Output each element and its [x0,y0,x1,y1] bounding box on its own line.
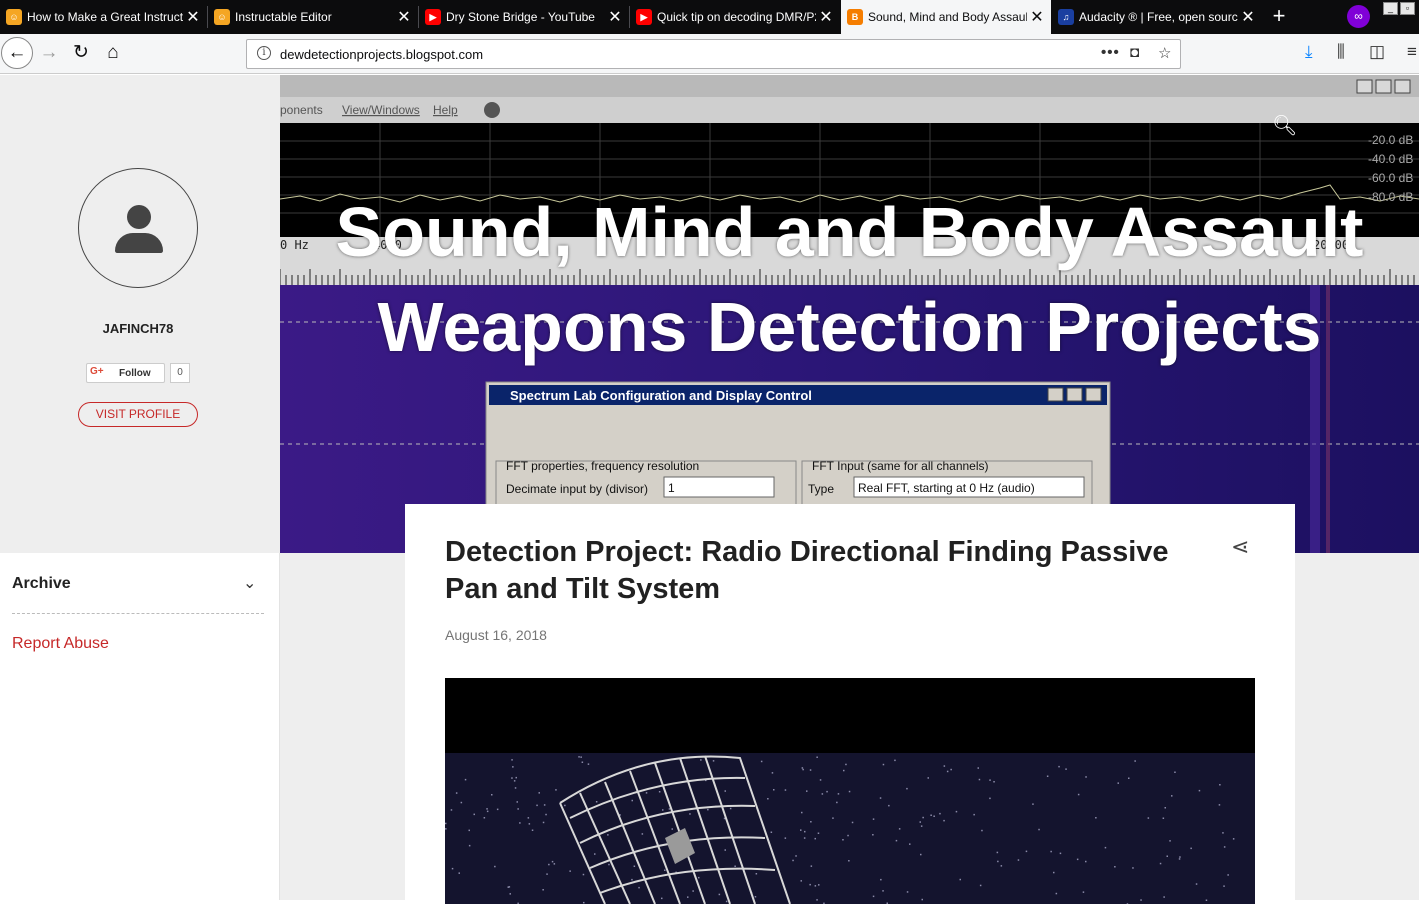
tab-blogger-active[interactable]: B Sound, Mind and Body Assault W ✕ [841,0,1051,34]
instructables-icon: ☺ [214,9,230,25]
downloads-icon[interactable]: ⤓ [1305,42,1313,62]
youtube-icon: ▶ [636,9,652,25]
post-date[interactable]: August 16, 2018 [445,627,547,643]
blogger-icon: B [847,9,863,25]
close-icon[interactable]: ✕ [816,7,836,27]
profile-panel: JAFINCH78 G+ Follow 0 VISIT PROFILE [0,75,280,553]
db-label: -40.0 dB [1368,152,1413,166]
decimate-label: Decimate input by (divisor) [506,482,648,496]
person-icon [127,205,151,229]
youtube-icon: ▶ [425,9,441,25]
follow-label: Follow [119,368,151,379]
blog-title[interactable]: Sound, Mind and Body Assault Weapons Det… [280,185,1419,375]
fft-group-label: FFT properties, frequency resolution [506,459,699,473]
menu-item-components: ponents [280,103,323,117]
visit-profile-button[interactable]: VISIT PROFILE [78,402,198,427]
sidebar-toggle-icon[interactable]: ◫ [1369,42,1385,62]
google-follow-button[interactable]: G+ Follow [86,363,165,383]
restore-window-button[interactable]: ▫ [1400,2,1415,15]
back-button[interactable]: ← [1,37,33,69]
tab-title: Instructable Editor [235,10,394,24]
close-icon[interactable]: ✕ [605,7,625,27]
tab-title: Quick tip on decoding DMR/P25 [657,10,816,24]
library-icon[interactable]: ⫼ [1337,42,1345,62]
google-plus-icon: G+ [90,366,104,377]
fft-input-group-label: FFT Input (same for all channels) [812,459,989,473]
person-icon-body [115,233,163,253]
audacity-icon: ♫ [1058,9,1074,25]
tab-title: Sound, Mind and Body Assault W [868,10,1027,24]
type-label: Type [808,482,834,496]
navigation-toolbar: ← → ↻ ⌂ i dewdetectionprojects.blogspot.… [0,34,1419,74]
db-label: -60.0 dB [1368,171,1413,185]
archive-heading[interactable]: Archive [12,575,71,593]
close-icon[interactable]: ✕ [1238,7,1258,27]
pocket-icon[interactable]: ◘ [1130,44,1139,61]
dialog-title: Spectrum Lab Configuration and Display C… [510,388,812,403]
instructables-icon: ☺ [6,9,22,25]
minimize-window-button[interactable]: _ [1383,2,1398,15]
tab-title: Dry Stone Bridge - YouTube [446,10,605,24]
close-icon[interactable]: ✕ [1027,7,1047,27]
tab-title: How to Make a Great Instructab [27,10,183,24]
forward-button[interactable]: → [34,38,64,68]
url-bar[interactable]: i dewdetectionprojects.blogspot.com ••• … [246,39,1181,69]
post-title[interactable]: Detection Project: Radio Directional Fin… [445,534,1225,608]
tab-audacity[interactable]: ♫ Audacity ® | Free, open source ✕ [1052,0,1262,34]
db-label: -20.0 dB [1368,133,1413,147]
private-browsing-icon: ∞ [1347,5,1370,28]
share-icon[interactable]: ⋖ [1231,534,1249,560]
divider [12,613,264,614]
blog-header-image: ponents View/Windows Help -20.0 dB -40.0… [280,75,1419,553]
post-image[interactable] [445,678,1255,904]
type-value: Real FFT, starting at 0 Hz (audio) [858,481,1035,495]
menu-item-view-windows: View/Windows [342,103,420,117]
report-abuse-link[interactable]: Report Abuse [12,635,109,653]
page-content: JAFINCH78 G+ Follow 0 VISIT PROFILE Arch… [0,75,1419,900]
sidebar-widgets: Archive ⌄ Report Abuse [0,553,280,900]
close-icon[interactable]: ✕ [394,7,414,27]
chevron-down-icon[interactable]: ⌄ [243,573,256,593]
search-icon[interactable]: 🔍︎ [1272,113,1297,138]
site-info-icon[interactable]: i [257,46,271,60]
new-tab-button[interactable]: + [1264,0,1294,34]
decimate-value: 1 [668,481,675,495]
tab-strip: ☺ How to Make a Great Instructab ✕ ☺ Ins… [0,0,1419,34]
tab-title: Audacity ® | Free, open source [1079,10,1238,24]
close-icon[interactable]: ✕ [183,7,203,27]
tab-youtube-2[interactable]: ▶ Quick tip on decoding DMR/P25 ✕ [630,0,840,34]
menu-item-help: Help [433,103,458,117]
tab-youtube-1[interactable]: ▶ Dry Stone Bridge - YouTube ✕ [419,0,629,34]
reload-button[interactable]: ↻ [66,38,96,68]
page-actions-icon[interactable]: ••• [1101,44,1120,61]
tab-instructables-2[interactable]: ☺ Instructable Editor ✕ [208,0,418,34]
home-button[interactable]: ⌂ [98,38,128,68]
menu-icon[interactable]: ≡ [1407,42,1417,62]
tab-instructables-1[interactable]: ☺ How to Make a Great Instructab ✕ [0,0,207,34]
bookmark-star-icon[interactable]: ☆ [1158,44,1171,62]
post-card: Detection Project: Radio Directional Fin… [405,504,1295,904]
url-text[interactable]: dewdetectionprojects.blogspot.com [280,47,483,62]
profile-username: JAFINCH78 [0,321,276,336]
avatar[interactable] [78,168,198,288]
follow-count: 0 [170,363,190,383]
antenna-dish-image [445,678,1255,904]
